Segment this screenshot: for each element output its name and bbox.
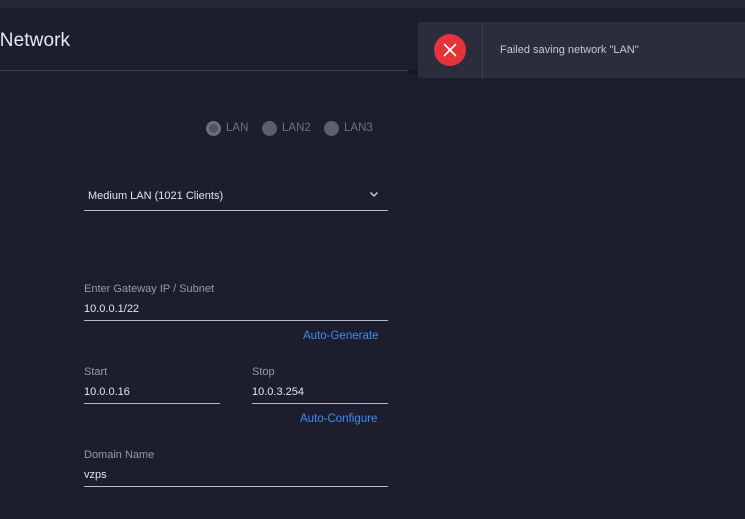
gateway-label: Enter Gateway IP / Subnet (84, 283, 215, 295)
radio-dot (206, 120, 221, 136)
start-input[interactable] (84, 382, 220, 402)
start-field[interactable] (84, 382, 220, 404)
gateway-field[interactable] (84, 299, 388, 321)
stop-input[interactable] (252, 382, 388, 402)
network-size-select[interactable]: Medium LAN (1021 Clients) (84, 184, 388, 211)
radio-label: LAN3 (344, 122, 373, 134)
start-label: Start (84, 366, 108, 378)
domain-name-input[interactable] (84, 465, 388, 485)
radio-label: LAN2 (282, 122, 311, 134)
radio-dot (324, 120, 339, 136)
stop-label: Stop (252, 366, 275, 378)
domain-name-field[interactable] (84, 465, 388, 487)
stop-field[interactable] (252, 382, 388, 404)
header-divider-shadow (408, 70, 418, 74)
radio-dot (262, 120, 277, 136)
radio-lan3[interactable]: LAN3 (324, 119, 373, 137)
page-title: t Network (0, 30, 71, 51)
header-divider (0, 70, 408, 71)
auto-generate-link[interactable]: Auto-Generate (303, 330, 378, 342)
top-bar (0, 0, 745, 8)
gateway-input[interactable] (84, 299, 388, 319)
domain-name-label: Domain Name (84, 449, 155, 461)
auto-configure-link[interactable]: Auto-Configure (300, 413, 377, 425)
toast-divider (482, 22, 483, 78)
close-x-icon (443, 43, 457, 57)
chevron-down-icon (370, 192, 378, 197)
radio-lan[interactable]: LAN (206, 119, 248, 137)
network-size-value: Medium LAN (1021 Clients) (88, 190, 224, 202)
toast-message: Failed saving network "LAN" (500, 44, 639, 56)
error-icon (434, 34, 466, 66)
radio-lan2[interactable]: LAN2 (262, 119, 311, 137)
radio-label: LAN (226, 122, 249, 134)
error-toast[interactable]: Failed saving network "LAN" (418, 22, 745, 78)
